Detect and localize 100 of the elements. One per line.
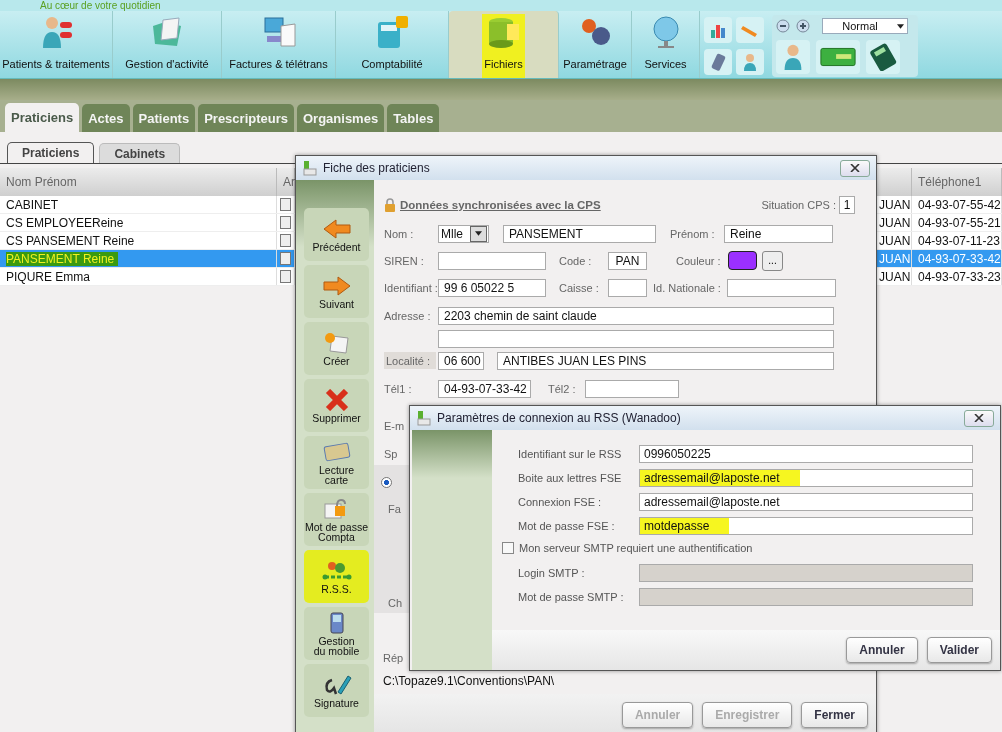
app-logo-icon (416, 410, 432, 426)
sub-tab[interactable]: Cabinets (99, 143, 181, 163)
text-field[interactable] (438, 329, 834, 348)
right-arrow-icon (321, 274, 352, 299)
text-field[interactable] (585, 379, 679, 398)
field-label: Connexion FSE : (518, 495, 603, 508)
chart-icon[interactable] (704, 17, 732, 43)
field-label: Identifiant sur le RSS (518, 447, 623, 460)
zoom-in-icon[interactable] (796, 19, 810, 33)
sidebar-button[interactable]: R.S.S. (304, 550, 369, 603)
sidebar-button[interactable]: Signature (304, 664, 369, 717)
text-field[interactable] (438, 251, 546, 270)
text-field[interactable]: 2203 chemin de saint claude (438, 306, 834, 325)
text-field[interactable] (608, 278, 647, 297)
caret-icon (897, 23, 904, 29)
field-label: Identifiant : (384, 281, 438, 294)
checkbox[interactable] (502, 542, 514, 554)
app-tagline: Au cœur de votre quotidien (40, 0, 161, 11)
field-label: Adresse : (384, 309, 432, 322)
close-button[interactable] (840, 159, 870, 177)
sidebar-button[interactable]: Mot de passe Compta (304, 493, 369, 546)
checkbox[interactable] (280, 234, 291, 247)
checkbox[interactable] (280, 198, 291, 211)
color-picker-button[interactable]: ... (762, 250, 783, 271)
section-heading: Données synchronisées avec la CPS (400, 199, 601, 211)
text-field[interactable]: PAN (608, 251, 647, 270)
sidebar-button[interactable]: Lecture carte (304, 436, 369, 489)
mobile-phone-icon[interactable] (704, 49, 732, 75)
table-cell-text: CABINET (6, 197, 59, 212)
close-icon (974, 414, 984, 422)
field-label: Prénom : (670, 227, 716, 240)
table-cell: 04-93-07-11-23 (912, 232, 1002, 249)
dialog-title: Fiche des praticiens (323, 161, 431, 175)
toolbar-button[interactable]: Services (632, 11, 700, 78)
sidebar-button[interactable]: Créer (304, 322, 369, 375)
lock-icon (384, 198, 396, 212)
field-label: E-m (384, 420, 405, 432)
toolbar-button[interactable]: Paramétrage (559, 11, 632, 78)
text-field[interactable]: 06 600 (438, 351, 484, 370)
field-label: Situation CPS : (761, 199, 836, 211)
civility-dropdown[interactable]: Mlle (438, 224, 489, 243)
color-swatch[interactable] (728, 251, 757, 270)
field-label: Login SMTP : (518, 566, 586, 579)
dialog-title: Paramètres de connexion au RSS (Wanadoo) (437, 411, 682, 425)
left-arrow-icon (321, 217, 352, 242)
radio-button[interactable] (381, 477, 392, 488)
dialog-button[interactable]: Valider (926, 637, 992, 663)
text-field[interactable]: 04-93-07-33-42 (438, 379, 531, 398)
field-label: Fa (388, 503, 401, 515)
text-field[interactable]: motdepasse (639, 516, 973, 535)
table-cell-text: CS EMPLOYEEReine (6, 215, 125, 230)
tab[interactable]: Actes (82, 104, 130, 132)
toolbar-button[interactable]: Comptabilité (336, 11, 449, 78)
tab[interactable]: Tables (387, 104, 440, 132)
sidebar-button[interactable]: Précédent (304, 208, 369, 261)
tab[interactable]: Organismes (297, 104, 385, 132)
text-field[interactable]: adressemail@laposte.net (639, 468, 973, 487)
sidebar-button[interactable]: Gestion du mobile (304, 607, 369, 660)
text-field[interactable]: Reine (724, 224, 833, 243)
dialog-button[interactable]: Annuler (846, 637, 918, 663)
tab[interactable]: Praticiens (5, 103, 80, 132)
sidebar-button[interactable]: Supprimer (304, 379, 369, 432)
table-cell-text: PIQURE Emma (6, 269, 91, 284)
toolbar-button[interactable]: Fichiers (449, 11, 559, 78)
table-cell: 04-93-07-33-42 (912, 250, 1002, 267)
table-cell: 04-93-07-55-42 (912, 196, 1002, 213)
text-field[interactable]: 99 6 05022 5 (438, 278, 546, 297)
sub-tab[interactable]: Praticiens (7, 142, 95, 163)
checkbox[interactable] (280, 252, 291, 265)
table-cell: 04-93-07-55-21 (912, 214, 1002, 231)
checkbox-label: Mon serveur SMTP requiert une authentification (519, 542, 753, 554)
toolbar-button[interactable]: Gestion d'activité (113, 11, 222, 78)
tab[interactable]: Patients (132, 104, 196, 132)
close-button[interactable] (964, 409, 994, 427)
field-label: Localité : (384, 352, 436, 369)
field-label: Mot de passe SMTP : (518, 590, 625, 603)
calculator-icon[interactable] (866, 40, 900, 74)
text-field[interactable]: 1 (839, 196, 855, 214)
sidebar-button[interactable]: Suivant (304, 265, 369, 318)
tab[interactable]: Prescripteurs (198, 104, 294, 132)
text-field[interactable]: ANTIBES JUAN LES PINS (497, 351, 834, 370)
folder-path: C:\Topaze9.1\Conventions\PAN\ (383, 674, 555, 688)
toolbar-button[interactable]: Patients & traitements (0, 11, 113, 78)
field-label: Caisse : (559, 281, 600, 294)
checkbox[interactable] (280, 216, 291, 229)
field-label: Rép (383, 652, 404, 664)
checkbox[interactable] (280, 270, 291, 283)
toolbar-button[interactable]: Factures & télétrans (222, 11, 336, 78)
field-label: Tél1 : (384, 382, 413, 395)
text-field[interactable]: adressemail@laposte.net (639, 492, 973, 511)
card-icon[interactable] (816, 40, 860, 74)
dialog-button[interactable]: Fermer (801, 702, 868, 728)
zoom-out-icon[interactable] (776, 19, 790, 33)
text-field[interactable]: 0996050225 (639, 444, 973, 463)
text-field[interactable] (727, 278, 836, 297)
doctor-icon[interactable] (776, 40, 810, 74)
zoom-dropdown[interactable]: Normal (822, 18, 908, 34)
field-label: Ch (388, 597, 403, 609)
text-field[interactable]: PANSEMENT (503, 224, 656, 243)
person-icon[interactable] (736, 49, 764, 75)
